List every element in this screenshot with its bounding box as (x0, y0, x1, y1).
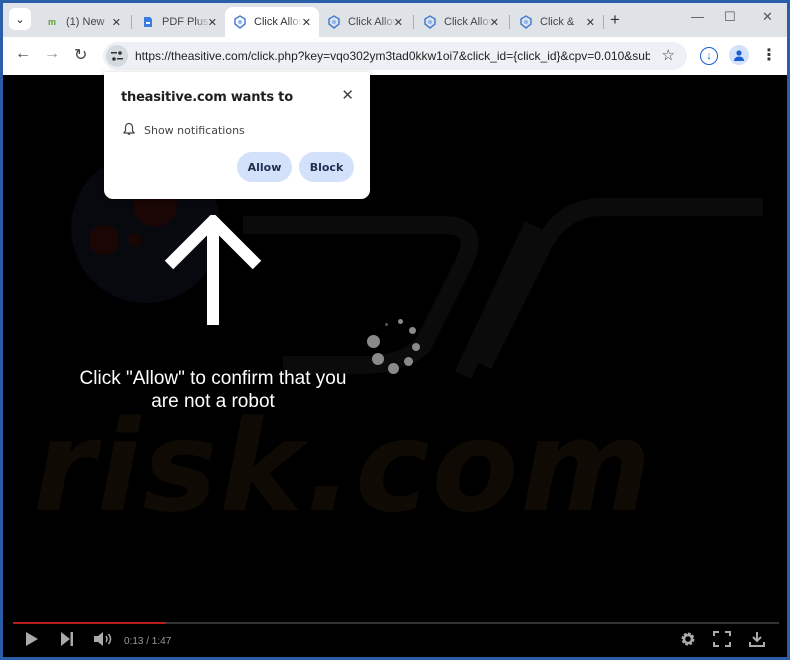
tab-title: Click Allow (444, 16, 492, 28)
bell-icon (123, 122, 135, 135)
tab-3-active[interactable]: Click Allow ✕ (225, 7, 319, 37)
tab-6[interactable]: Click & ✕ (511, 7, 603, 37)
tab-title: (1) New (66, 16, 105, 28)
tab-2[interactable]: PDF Plus ✕ (133, 7, 225, 37)
tab-title: Click & (540, 16, 575, 28)
watermark-dot (128, 233, 142, 247)
video-progress-fill (13, 622, 167, 624)
watermark-dot (89, 225, 119, 255)
tab-separator (131, 15, 132, 29)
permission-label: Show notifications (144, 124, 245, 137)
bookmark-star-icon[interactable]: ☆ (662, 46, 675, 64)
tab-close-button[interactable]: ✕ (586, 16, 595, 29)
forward-button[interactable]: → (44, 45, 60, 63)
spinner-dot (372, 353, 384, 365)
loading-spinner (365, 319, 429, 383)
profile-avatar-icon[interactable] (729, 45, 749, 65)
maximize-button[interactable]: ☐ (724, 9, 736, 25)
spinner-dot (398, 319, 403, 324)
fullscreen-icon (713, 631, 731, 647)
back-button[interactable]: ← (15, 45, 31, 63)
gear-icon (681, 632, 695, 646)
chevron-down-icon: ⌄ (15, 13, 25, 26)
spinner-dot (409, 327, 416, 334)
m-leaf-icon: m (47, 17, 56, 27)
spinner-dot (412, 343, 420, 351)
tab-1[interactable]: m (1) New ✕ (37, 7, 129, 37)
tab-separator (509, 15, 510, 29)
new-tab-button[interactable]: + (610, 10, 620, 30)
tab-close-button[interactable]: ✕ (302, 16, 311, 29)
skip-next-icon (61, 632, 73, 646)
close-window-button[interactable]: ✕ (762, 9, 773, 25)
site-info-button[interactable] (106, 45, 128, 67)
minimize-button[interactable]: — (691, 9, 704, 24)
tab-title: PDF Plus (162, 16, 209, 28)
message-line-1: Click "Allow" to confirm that you (79, 368, 347, 389)
block-button[interactable]: Block (299, 152, 354, 182)
spinner-dot (404, 357, 413, 366)
tab-strip: ⌄ m (1) New ✕ PDF Plus ✕ Click Allow ✕ C… (3, 3, 787, 37)
play-button[interactable] (25, 631, 39, 651)
tab-close-button[interactable]: ✕ (490, 16, 499, 29)
download-tray-icon (749, 632, 765, 647)
play-icon (26, 632, 38, 646)
toolbar: ← → ↻ https://theasitive.com/click.php?k… (3, 37, 787, 75)
download-icon[interactable]: ↓ (700, 47, 718, 65)
tab-title: Click Allow (348, 16, 396, 28)
video-progress-bar[interactable] (13, 622, 779, 624)
shield-icon (423, 15, 437, 29)
shield-icon (519, 15, 533, 29)
tab-separator (603, 15, 604, 29)
spinner-dot (388, 363, 399, 374)
notification-permission-popup: theasitive.com wants to ✕ Show notificat… (104, 72, 370, 199)
shield-icon (233, 15, 247, 29)
up-arrow-icon (164, 215, 262, 325)
pdf-icon (141, 15, 155, 29)
tab-title: Click Allow (254, 16, 302, 28)
volume-icon (94, 632, 112, 646)
fullscreen-button[interactable] (713, 631, 731, 651)
address-bar[interactable]: https://theasitive.com/click.php?key=vqo… (103, 42, 687, 70)
volume-button[interactable] (93, 631, 113, 651)
menu-kebab-icon[interactable]: ⋮ (759, 45, 779, 65)
tab-close-button[interactable]: ✕ (394, 16, 403, 29)
popup-close-button[interactable]: ✕ (341, 86, 354, 104)
message-line-2: are not a robot (151, 391, 275, 412)
tab-5[interactable]: Click Allow ✕ (415, 7, 507, 37)
shield-icon (327, 15, 341, 29)
spinner-dot (385, 323, 388, 326)
tab-4[interactable]: Click Allow ✕ (319, 7, 411, 37)
video-time: 0:13 / 1:47 (124, 636, 172, 647)
tab-search-button[interactable]: ⌄ (9, 8, 31, 30)
tune-icon (111, 51, 123, 61)
popup-title: theasitive.com wants to (121, 90, 293, 105)
reload-button[interactable]: ↻ (74, 45, 87, 65)
next-button[interactable] (60, 631, 74, 651)
allow-button[interactable]: Allow (237, 152, 292, 182)
settings-button[interactable] (680, 631, 696, 651)
tab-close-button[interactable]: ✕ (112, 16, 121, 29)
browser-window: ⌄ m (1) New ✕ PDF Plus ✕ Click Allow ✕ C… (3, 3, 787, 657)
watermark-text: risk.com (33, 393, 654, 540)
url-text[interactable]: https://theasitive.com/click.php?key=vqo… (135, 49, 650, 63)
instruction-message: Click "Allow" to confirm that you are no… (43, 367, 383, 413)
tab-close-button[interactable]: ✕ (208, 16, 217, 29)
video-download-button[interactable] (749, 631, 765, 651)
spinner-dot (367, 335, 380, 348)
tab-separator (413, 15, 414, 29)
